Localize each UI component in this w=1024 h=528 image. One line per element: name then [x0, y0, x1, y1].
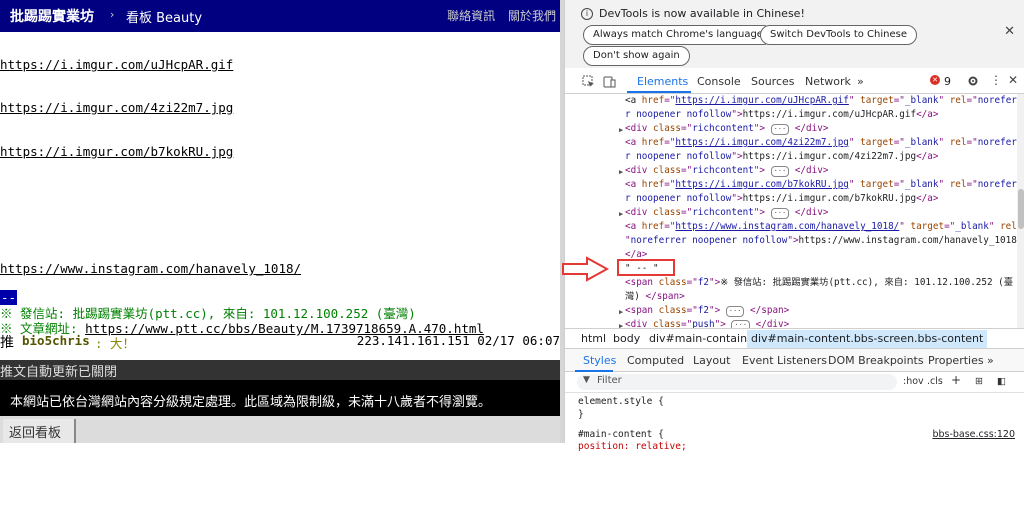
close-icon[interactable]: ✕: [1004, 24, 1015, 39]
gear-icon[interactable]: [967, 75, 979, 87]
dom-node-line[interactable]: <span class="f2">※ 發信站: 批踢踢實業坊(ptt.cc), …: [625, 276, 1013, 290]
dom-node-line[interactable]: <div class="richcontent"> ··· </div>: [625, 206, 828, 220]
inspect-element-icon[interactable]: [582, 75, 595, 88]
scrollbar-thumb[interactable]: [1018, 189, 1024, 229]
breadcrumb-html[interactable]: html: [581, 332, 606, 345]
site-title-link[interactable]: 批踢踢實業坊: [10, 6, 94, 26]
image-link[interactable]: https://i.imgur.com/b7kokRU.jpg: [0, 144, 233, 159]
about-link[interactable]: 關於我們: [508, 9, 556, 23]
kebab-menu-icon[interactable]: ⋮: [990, 73, 1002, 87]
dom-node-line[interactable]: <a href="https://i.imgur.com/4zi22m7.jpg…: [625, 136, 1017, 150]
dom-breadcrumb: html body div#main-container div#main-co…: [565, 328, 1024, 348]
switch-to-chinese-button[interactable]: Switch DevTools to Chinese: [760, 25, 917, 45]
dom-node-line[interactable]: r noopener nofollow">https://i.imgur.com…: [625, 108, 938, 122]
ptt-page: 批踢踢實業坊 › 看板 Beauty 聯絡資訊 關於我們 https://i.i…: [0, 0, 560, 443]
computed-styles-icon[interactable]: ⊞: [975, 376, 983, 387]
instagram-link[interactable]: https://www.instagram.com/hanavely_1018/: [0, 261, 301, 276]
annotation-arrow-icon: [562, 256, 610, 282]
tab-elements[interactable]: Elements: [637, 75, 688, 88]
styles-pane-tabs: Styles Computed Layout Event Listeners D…: [565, 348, 1024, 372]
close-devtools-icon[interactable]: ✕: [1008, 73, 1018, 87]
push-ipdatetime: 223.141.161.151 02/17 06:07: [356, 333, 560, 348]
style-declaration[interactable]: position: relative;: [578, 440, 687, 453]
tab-computed[interactable]: Computed: [627, 354, 684, 367]
auto-update-status: 推文自動更新已關閉: [0, 360, 560, 380]
dom-node-line[interactable]: "noreferrer noopener nofollow">https://w…: [625, 234, 1017, 248]
header-links: 聯絡資訊 關於我們: [438, 7, 556, 24]
ptt-header: 批踢踢實業坊 › 看板 Beauty 聯絡資訊 關於我們: [0, 0, 560, 32]
device-toolbar-icon[interactable]: [603, 75, 616, 88]
push-userid: bio5chris: [22, 333, 90, 348]
hover-state-toggle[interactable]: :hov: [903, 376, 924, 387]
infobar-text: DevTools is now available in Chinese!: [599, 7, 805, 20]
tab-event-listeners[interactable]: Event Listeners: [742, 354, 827, 367]
style-rule-close: }: [578, 409, 584, 420]
language-infobar: i DevTools is now available in Chinese! …: [565, 0, 1024, 68]
expand-arrow-icon[interactable]: ▶: [619, 207, 623, 221]
styles-rules: element.style { } #main-content { positi…: [565, 392, 1024, 452]
article-content: https://i.imgur.com/uJHcpAR.gif https://…: [0, 32, 560, 362]
active-pane-indicator: [575, 370, 613, 372]
dom-node-line[interactable]: r noopener nofollow">https://i.imgur.com…: [625, 192, 938, 206]
push-content: : 大！: [95, 336, 136, 351]
tab-dom-breakpoints[interactable]: DOM Breakpoints: [828, 354, 924, 367]
dom-node-line[interactable]: <a href="https://i.imgur.com/uJHcpAR.gif…: [625, 94, 1017, 108]
breadcrumb-main-content[interactable]: div#main-content.bbs-screen.bbs-content: [747, 330, 988, 348]
dom-node-line[interactable]: 灣) </span>: [625, 290, 685, 304]
image-link[interactable]: https://i.imgur.com/4zi22m7.jpg: [0, 100, 233, 115]
bottom-bar: 返回看板: [0, 416, 560, 443]
expand-arrow-icon[interactable]: ▶: [619, 123, 623, 137]
dom-node-line[interactable]: <div class="richcontent"> ··· </div>: [625, 164, 828, 178]
tab-styles[interactable]: Styles: [583, 354, 616, 367]
dont-show-again-button[interactable]: Don't show again: [583, 46, 690, 66]
tab-network[interactable]: Network: [805, 75, 851, 88]
dom-node-line[interactable]: <div class="richcontent"> ··· </div>: [625, 122, 828, 136]
elements-tree[interactable]: <a href="https://i.imgur.com/uJHcpAR.gif…: [565, 94, 1017, 328]
breadcrumb-main-container[interactable]: div#main-container: [649, 332, 758, 345]
sidebar-toggle-icon[interactable]: ◧: [997, 376, 1006, 387]
board-link[interactable]: 看板 Beauty: [126, 7, 202, 26]
error-icon[interactable]: ✕: [930, 75, 940, 85]
dom-node-line[interactable]: <span class="f2"> ··· </span>: [625, 304, 789, 318]
expand-arrow-icon[interactable]: ▶: [619, 319, 623, 328]
error-count[interactable]: 9: [944, 75, 951, 88]
more-panes-icon[interactable]: »: [987, 354, 994, 367]
contact-link[interactable]: 聯絡資訊: [447, 9, 495, 23]
breadcrumb-body[interactable]: body: [613, 332, 640, 345]
active-tab-indicator: [627, 91, 691, 93]
tab-properties[interactable]: Properties: [928, 354, 984, 367]
class-toggle[interactable]: .cls: [927, 376, 943, 387]
dom-node-line[interactable]: <div class="push"> ··· </div>: [625, 318, 789, 328]
expand-arrow-icon[interactable]: ▶: [619, 165, 623, 179]
match-language-button[interactable]: Always match Chrome's language: [583, 25, 773, 45]
styles-filter-input[interactable]: ▼ Filter: [577, 374, 897, 390]
push-row: 推 bio5chris : 大！ 223.141.161.151 02/17 0…: [0, 332, 560, 352]
more-tabs-icon[interactable]: »: [857, 75, 864, 88]
image-link[interactable]: https://i.imgur.com/uJHcpAR.gif: [0, 57, 233, 72]
push-tag: 推: [0, 335, 14, 351]
expand-arrow-icon[interactable]: ▶: [619, 305, 623, 319]
filter-placeholder: Filter: [597, 375, 622, 386]
dom-node-line[interactable]: <a href="https://i.imgur.com/b7kokRU.jpg…: [625, 178, 1017, 192]
devtools-tabs: Elements Console Sources Network » ✕ 9 ⋮…: [565, 70, 1024, 94]
filter-icon: ▼: [583, 375, 590, 385]
devtools-panel: i DevTools is now available in Chinese! …: [562, 0, 1024, 452]
tab-layout[interactable]: Layout: [693, 354, 730, 367]
back-to-board-button[interactable]: 返回看板: [3, 419, 76, 443]
breadcrumb-separator: ›: [110, 8, 115, 21]
add-rule-icon[interactable]: +: [951, 373, 961, 387]
dom-node-line[interactable]: r noopener nofollow">https://i.imgur.com…: [625, 150, 938, 164]
dom-node-line[interactable]: <a href="https://www.instagram.com/hanav…: [625, 220, 1017, 234]
style-rule-selector[interactable]: element.style {: [578, 395, 664, 408]
tab-console[interactable]: Console: [697, 75, 741, 88]
elements-scrollbar[interactable]: [1017, 94, 1024, 328]
tab-sources[interactable]: Sources: [751, 75, 795, 88]
info-icon: i: [581, 8, 593, 20]
style-source-link[interactable]: bbs-base.css:120: [932, 428, 1015, 441]
content-rating-warning: 本網站已依台灣網站內容分級規定處理。此區域為限制級，未滿十八歲者不得瀏覽。: [0, 382, 560, 416]
annotation-highlight-box: [617, 259, 675, 276]
